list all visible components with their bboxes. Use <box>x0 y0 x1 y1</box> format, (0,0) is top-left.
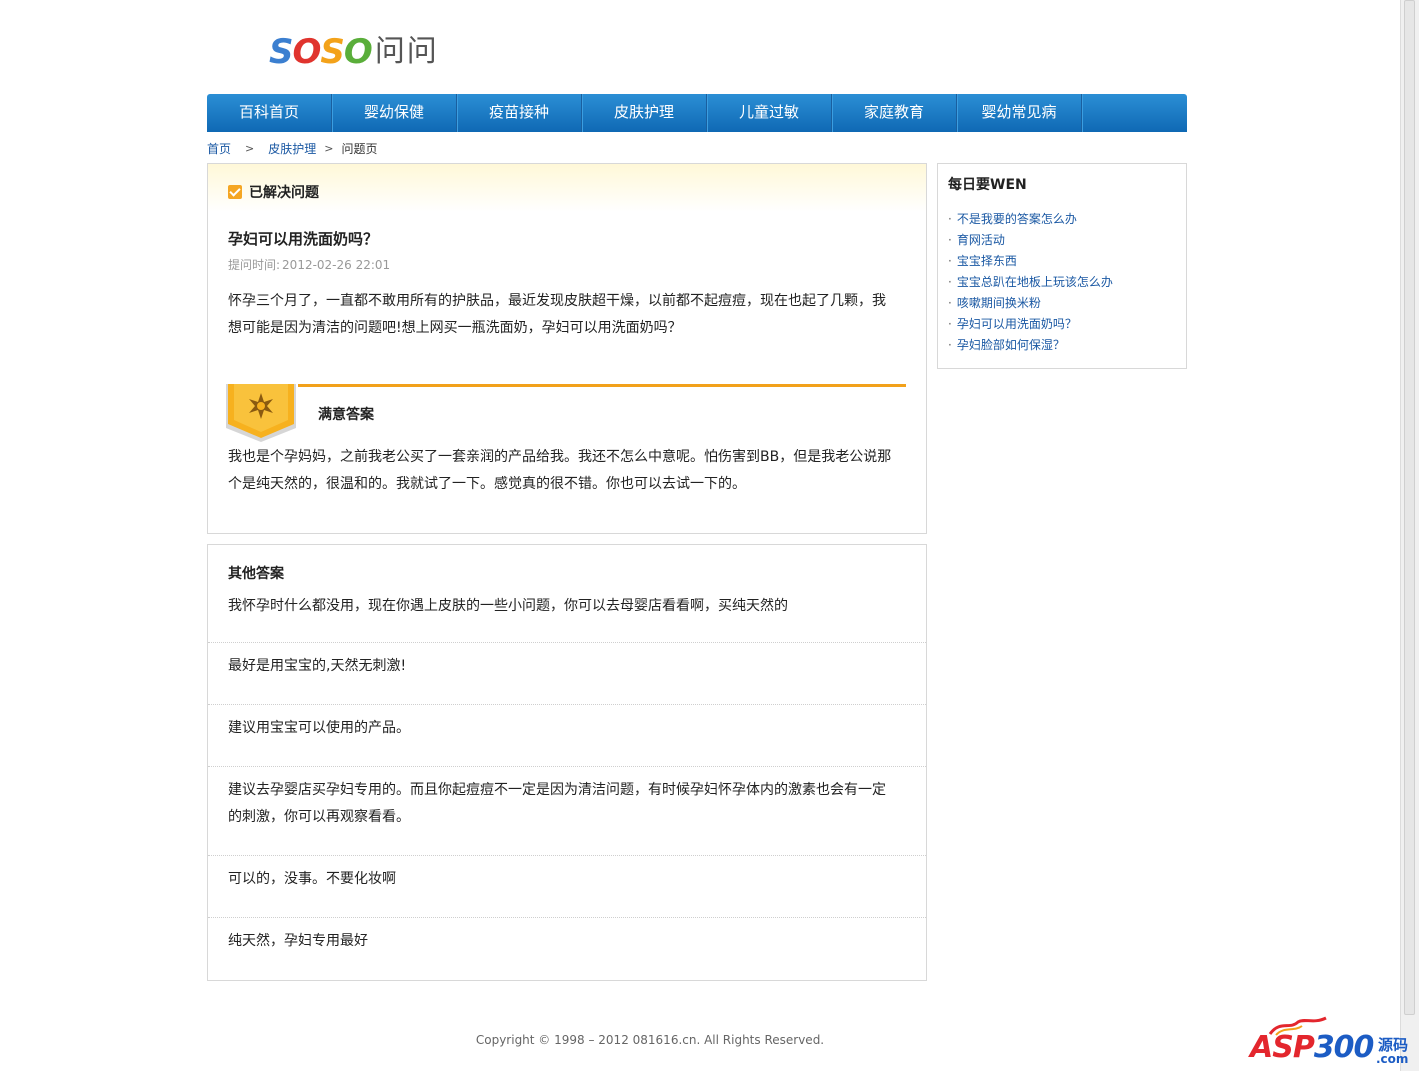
answer-item: 建议用宝宝可以使用的产品。 <box>208 705 926 767</box>
sidebar-link[interactable]: · 不是我要的答案怎么办 <box>948 209 1113 230</box>
main-nav: 百科首页 婴幼保健 疫苗接种 皮肤护理 儿童过敏 家庭教育 婴幼常见病 <box>207 94 1187 132</box>
sidebar-link[interactable]: · 宝宝择东西 <box>948 251 1113 272</box>
breadcrumb-current: 问题页 <box>341 142 378 156</box>
best-answer-title: 满意答案 <box>318 407 374 423</box>
vertical-scrollbar[interactable] <box>1400 0 1419 1071</box>
sidebar-link[interactable]: · 孕妇可以用洗面奶吗？ <box>948 314 1113 335</box>
breadcrumb-chevron-icon: > <box>245 142 255 155</box>
soso-wenwen-logo[interactable]: SOSO 问问 <box>269 34 439 70</box>
answer-item: 最好是用宝宝的,天然无刺激! <box>208 643 926 705</box>
nav-item-baike-home[interactable]: 百科首页 <box>207 94 332 132</box>
answer-text: 我怀孕时什么都没用，现在你遇上皮肤的一些小问题，你可以去母婴店看看啊，买纯天然的 <box>228 598 788 614</box>
question-time-value: 2012-02-26 22:01 <box>282 258 391 272</box>
question-time: 提问时间: 2012-02-26 22:01 <box>228 256 390 273</box>
answer-item: 可以的，没事。不要化妆啊 <box>208 856 926 918</box>
nav-item-skin-care[interactable]: 皮肤护理 <box>582 94 707 132</box>
daily-questions-sidebar: 每日要WEN · 不是我要的答案怎么办 · 育网活动 · 宝宝择东西 · 宝宝总趴在地板… <box>937 163 1187 369</box>
answer-text: 纯天然，孕妇专用最好 <box>228 933 368 949</box>
asp300-watermark-logo: ASP300 源码 .com <box>1246 1016 1412 1068</box>
question-body: 怀孕三个月了，一直都不敢用所有的护肤品，最近发现皮肤超干燥，以前都不起痘痘，现在… <box>228 293 886 336</box>
logo-wordmark: SOSO <box>269 32 373 72</box>
best-answer-divider <box>298 384 906 387</box>
copyright-footer: Copyright © 1998 – 2012 081616.cn. All R… <box>475 1033 825 1047</box>
sidebar-link[interactable]: · 咳嗽期间换米粉 <box>948 293 1113 314</box>
watermark-text: ASP300 <box>1250 1030 1374 1065</box>
answer-text: 最好是用宝宝的,天然无刺激! <box>228 658 407 674</box>
answer-item: 建议去孕婴店买孕妇专用的。而且你起痘痘不一定是因为清洁问题，有时候孕妇怀孕体内的… <box>208 767 926 856</box>
scrollbar-thumb[interactable] <box>1404 0 1415 1015</box>
nav-item-vaccination[interactable]: 疫苗接种 <box>457 94 582 132</box>
breadcrumb: 首页 > 皮肤护理 > 问题页 <box>207 140 377 157</box>
nav-item-infant-care[interactable]: 婴幼保健 <box>332 94 457 132</box>
star-badge-icon <box>226 384 296 442</box>
question-title: 孕妇可以用洗面奶吗？ <box>228 230 379 248</box>
sidebar-title: 每日要WEN <box>948 177 1027 193</box>
solved-label: 已解决问题 <box>249 185 319 201</box>
answer-text: 建议用宝宝可以使用的产品。 <box>228 720 410 736</box>
watermark-domain: .com <box>1376 1052 1409 1066</box>
sidebar-link-list: · 不是我要的答案怎么办 · 育网活动 · 宝宝择东西 · 宝宝总趴在地板上玩该怎么办 … <box>948 209 1113 356</box>
nav-item-child-allergy[interactable]: 儿童过敏 <box>707 94 832 132</box>
logo-suffix: 问问 <box>374 34 439 69</box>
answer-item: 纯天然，孕妇专用最好 <box>208 918 926 980</box>
breadcrumb-home-link[interactable]: 首页 <box>207 140 231 157</box>
answer-item: 我怀孕时什么都没用，现在你遇上皮肤的一些小问题，你可以去母婴店看看啊，买纯天然的 <box>208 545 926 643</box>
other-answers-panel: 其他答案 我怀孕时什么都没用，现在你遇上皮肤的一些小问题，你可以去母婴店看看啊，… <box>207 544 927 981</box>
question-panel: 已解决问题 孕妇可以用洗面奶吗？ 提问时间: 2012-02-26 22:01 怀… <box>207 163 927 534</box>
solved-header: 已解决问题 <box>228 182 319 202</box>
breadcrumb-category-link[interactable]: 皮肤护理 <box>268 140 316 157</box>
answer-text: 可以的，没事。不要化妆啊 <box>228 871 396 887</box>
nav-item-family-education[interactable]: 家庭教育 <box>832 94 957 132</box>
best-answer-body: 我也是个孕妈妈，之前我老公买了一套亲润的产品给我。我还不怎么中意呢。怕伤害到BB… <box>228 449 892 492</box>
nav-item-common-diseases[interactable]: 婴幼常见病 <box>957 94 1082 132</box>
sidebar-link[interactable]: · 宝宝总趴在地板上玩该怎么办 <box>948 272 1113 293</box>
checkbox-checked-icon <box>228 185 242 199</box>
question-time-label: 提问时间: <box>228 258 281 272</box>
sidebar-link[interactable]: · 育网活动 <box>948 230 1113 251</box>
sidebar-link[interactable]: · 孕妇脸部如何保湿？ <box>948 335 1113 356</box>
breadcrumb-chevron-icon: > <box>324 142 334 155</box>
answer-text: 建议去孕婴店买孕妇专用的。而且你起痘痘不一定是因为清洁问题，有时候孕妇怀孕体内的… <box>228 782 886 825</box>
